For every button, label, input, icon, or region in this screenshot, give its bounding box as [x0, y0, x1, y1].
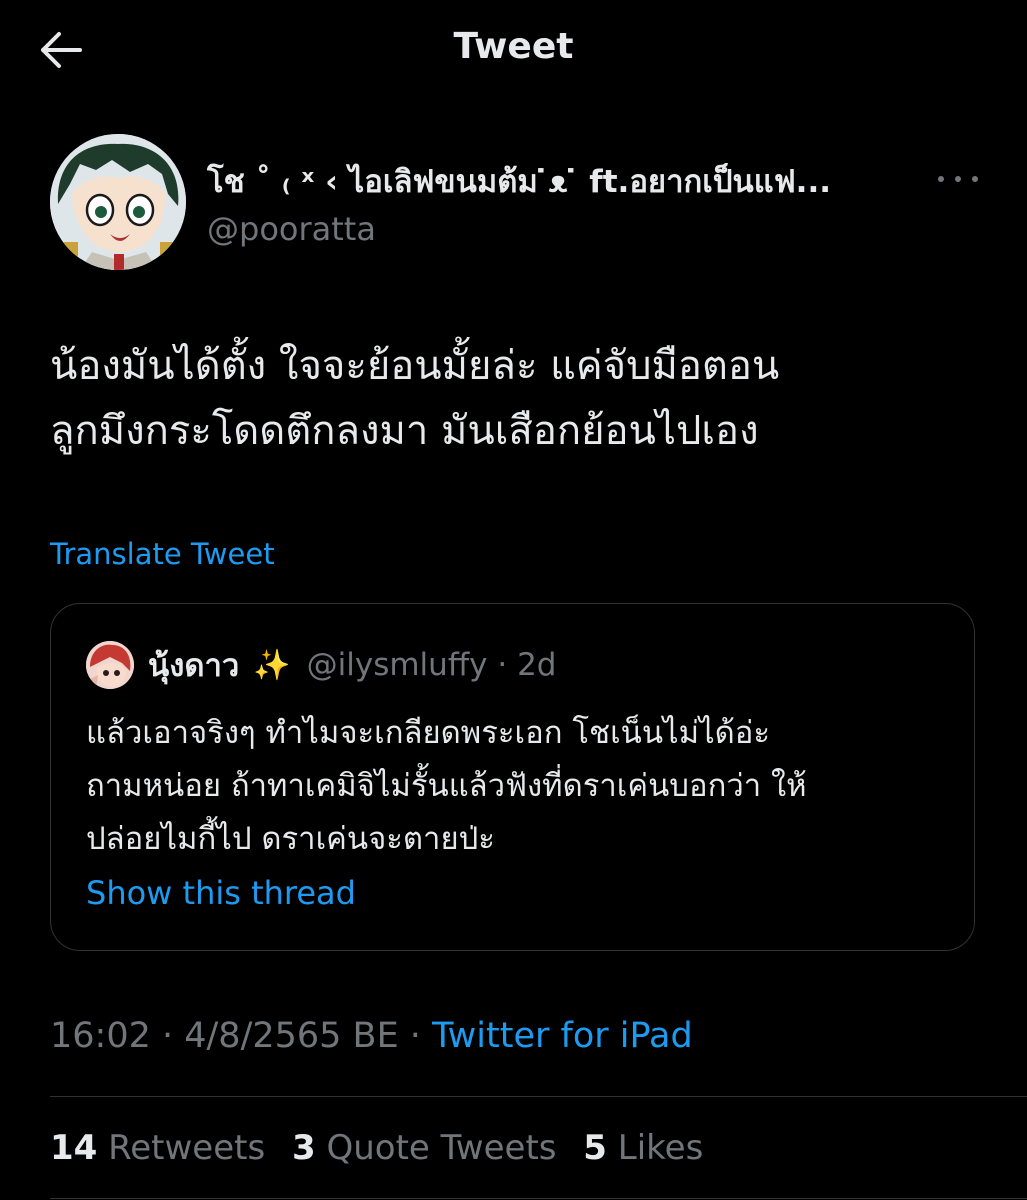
author-handle[interactable]: @pooratta [207, 210, 376, 248]
retweets-count: 14 [50, 1128, 98, 1168]
avatar-illustration [50, 134, 186, 270]
tweet-source-link[interactable]: Twitter for iPad [432, 1016, 693, 1056]
more-horizontal-icon [938, 176, 944, 182]
tweet-text-line: น้องมันได้ตั้ง ใจจะย้อนมั้ยล่ะ แค่จับมือ… [50, 343, 780, 389]
retweets-stat[interactable]: 14 Retweets [50, 1128, 265, 1168]
author-display-name[interactable]: โช ˚ ₍ ˣ ‹ ไอเลิฟขนมต้ม ̇ᴥ ̇ ft.อยากเป็น… [207, 156, 927, 206]
quoted-avatar-illustration [86, 641, 134, 689]
quoted-text-line: แล้วเอาจริงๆ ทำไมจะเกลียดพระเอก โชเน็นไม… [86, 715, 771, 751]
quoted-tweet-text: แล้วเอาจริงๆ ทำไมจะเกลียดพระเอก โชเน็นไม… [86, 707, 956, 866]
divider [50, 1096, 1027, 1097]
author-avatar[interactable] [50, 134, 186, 270]
translate-tweet-link[interactable]: Translate Tweet [50, 537, 275, 571]
tweet-metadata: 16:02 · 4/8/2565 BE · Twitter for iPad [50, 1016, 693, 1056]
likes-label: Likes [617, 1128, 704, 1168]
quoted-author-avatar[interactable] [86, 641, 134, 689]
quoted-author-handle-time: @ilysmluffy · 2d [306, 647, 557, 683]
tweet-author: โช ˚ ₍ ˣ ‹ ไอเลิฟขนมต้ม ̇ᴥ ̇ ft.อยากเป็น… [50, 134, 980, 270]
tweet-text: น้องมันได้ตั้ง ใจจะย้อนมั้ยล่ะ แค่จับมือ… [50, 334, 990, 464]
tweet-timestamp: 16:02 · 4/8/2565 BE · [50, 1016, 433, 1056]
sparkles-icon: ✨ [253, 647, 291, 683]
show-thread-link[interactable]: Show this thread [86, 874, 356, 912]
divider [50, 1198, 1027, 1199]
page-title: Tweet [453, 26, 574, 67]
quote-tweets-label: Quote Tweets [326, 1128, 557, 1168]
quote-tweets-count: 3 [292, 1128, 316, 1168]
retweets-label: Retweets [108, 1128, 266, 1168]
likes-count: 5 [583, 1128, 607, 1168]
quoted-tweet-header: นุ้งดาว ✨ @ilysmluffy · 2d [86, 640, 557, 690]
engagement-stats: 14 Retweets 3 Quote Tweets 5 Likes [50, 1128, 719, 1168]
quoted-author-name[interactable]: นุ้งดาว [148, 640, 239, 690]
quote-tweets-stat[interactable]: 3 Quote Tweets [292, 1128, 556, 1168]
tweet-text-line: ลูกมึงกระโดดตึกลงมา มันเสือกย้อนไปเอง [50, 408, 759, 454]
quoted-tweet-card[interactable]: นุ้งดาว ✨ @ilysmluffy · 2d แล้วเอาจริงๆ … [50, 603, 975, 951]
quoted-text-line: ปล่อยไมกี้ไป ดราเค่นจะตายป่ะ [86, 821, 495, 857]
top-bar: Tweet [0, 0, 1027, 100]
likes-stat[interactable]: 5 Likes [583, 1128, 703, 1168]
more-options-button[interactable] [938, 164, 978, 194]
quoted-text-line: ถามหน่อย ถ้าทาเคมิจิไม่รั้นแล้วฟังที่ดรา… [86, 768, 807, 804]
